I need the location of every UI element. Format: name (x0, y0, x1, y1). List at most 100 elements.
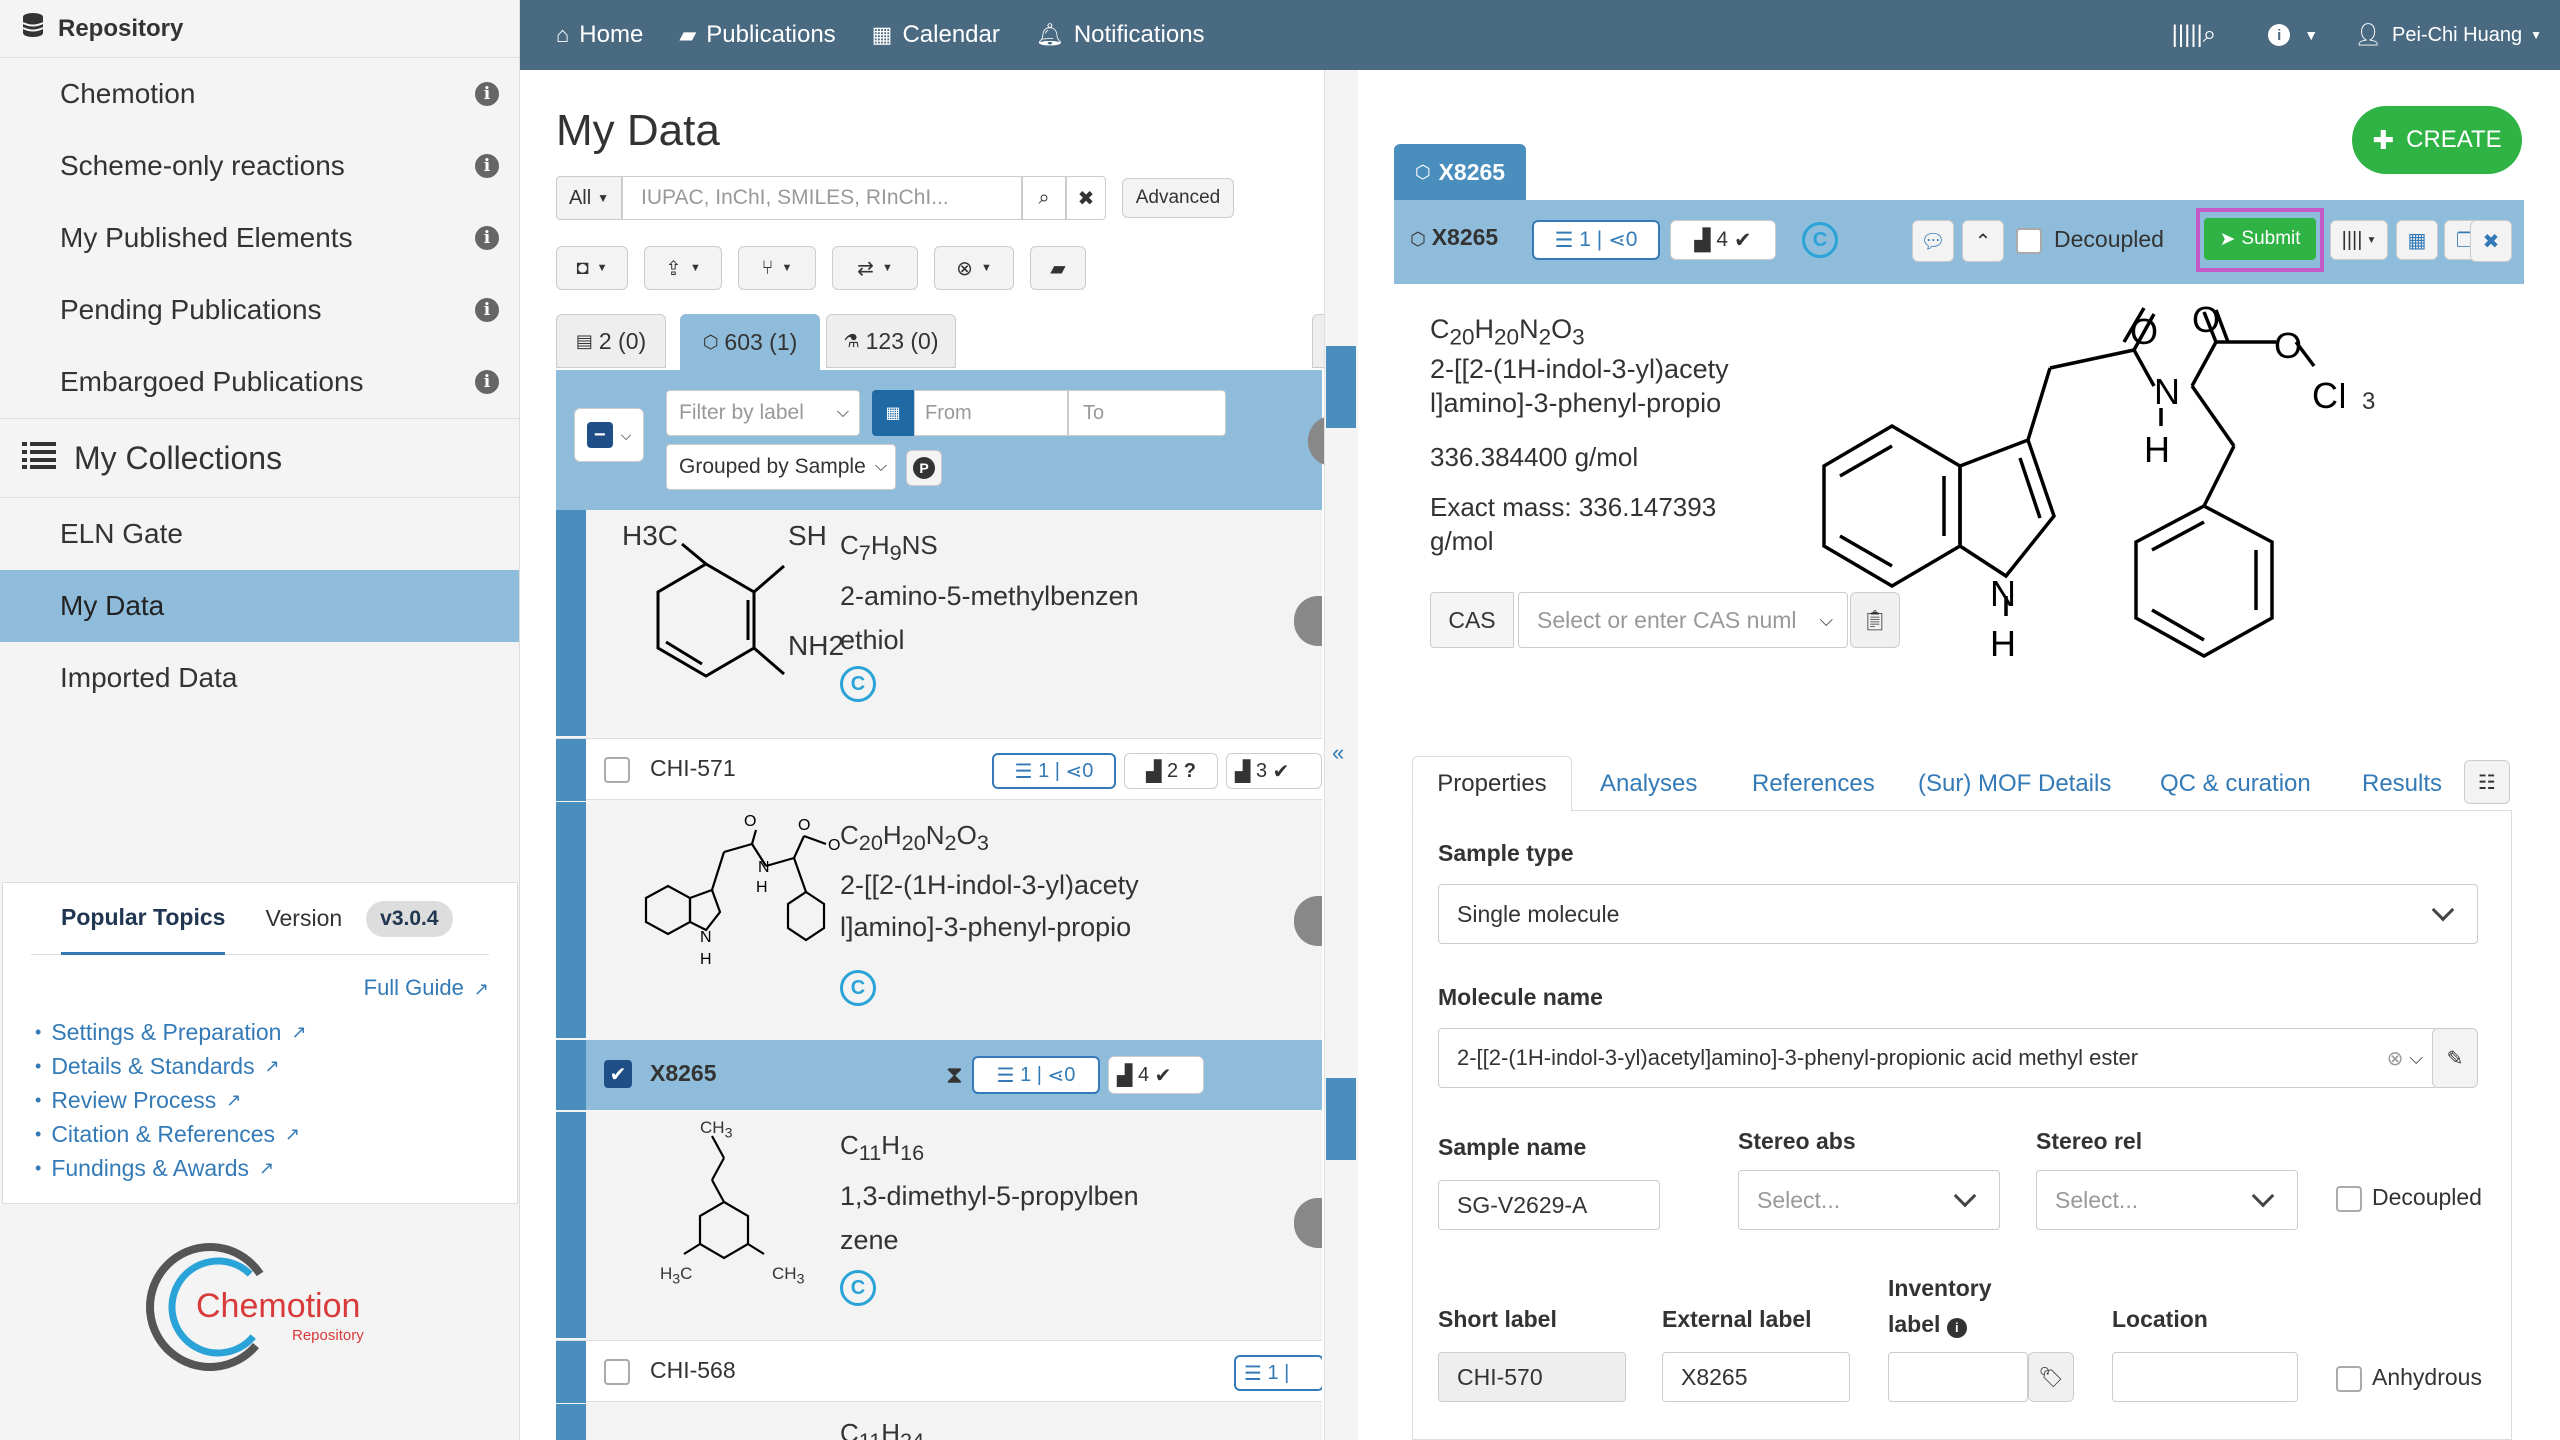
collection-imported-data[interactable]: Imported Data (0, 642, 519, 714)
decoupled-checkbox[interactable] (2016, 228, 2042, 254)
sample-type-select[interactable]: Single molecule (1438, 884, 2478, 944)
tab-mof-details[interactable]: (Sur) MOF Details (1918, 770, 2111, 798)
barcode-search-button[interactable]: |||||⌕ (2172, 21, 2217, 49)
analyses-button[interactable]: ☰ 1 | ⋖ 0 (1532, 220, 1660, 260)
tab-analyses[interactable]: Analyses (1600, 770, 1697, 798)
table-row[interactable]: CHI-571 ☰ 1 | ⋖ 0 ▟ 2 ? ▟ 3 ✔ (556, 738, 1322, 801)
tab-popular-topics[interactable]: Popular Topics (61, 883, 226, 955)
collapse-molecule-button[interactable] (1294, 1198, 1322, 1248)
molecule-name-select[interactable]: 2-[[2-(1H-indol-3-yl)acetyl]amino]-3-phe… (1438, 1028, 2438, 1088)
info-icon[interactable]: i (475, 298, 499, 322)
analyses-button[interactable]: ☰ 1 | ⋖ 0 (972, 1056, 1100, 1094)
product-toggle-button[interactable]: P (906, 450, 942, 486)
external-label-input[interactable]: X8265 (1662, 1352, 1850, 1402)
clear-search-button[interactable]: ✖ (1066, 176, 1106, 220)
list-item[interactable]: H3C SH NH2 C7H9NS 2-amino-5-methylbenzen… (556, 510, 1322, 736)
drag-handle[interactable] (556, 510, 586, 736)
tab-qc-curation[interactable]: QC & curation (2160, 770, 2311, 798)
stereo-rel-select[interactable]: Select... (2036, 1170, 2298, 1230)
chemotion-c-icon[interactable]: C (1802, 222, 1838, 258)
clear-icon[interactable]: ⊗ (2387, 1046, 2404, 1071)
tab-references[interactable]: References (1752, 770, 1875, 798)
datasets-button-2[interactable]: ▟ 3 ✔ (1226, 753, 1322, 789)
resize-handle[interactable] (1326, 1078, 1356, 1160)
info-icon[interactable]: i (475, 370, 499, 394)
search-button[interactable]: ⌕ (1022, 176, 1066, 220)
tab-reactions[interactable]: ▤ 2 (0) (556, 314, 666, 368)
location-input[interactable] (2112, 1352, 2298, 1402)
collapse-list-handle[interactable]: « (1332, 740, 1344, 766)
list-item[interactable]: O O O N H N H C20H20N2O3 2-[[2-(1H-indol… (556, 802, 1322, 1038)
tab-sample-x8265[interactable]: ⬡ X8265 (1394, 144, 1526, 200)
grouping-select[interactable]: Grouped by Sample ⌵ (666, 444, 896, 490)
submit-button[interactable]: ➤ Submit (2204, 218, 2316, 260)
edit-molecule-name-button[interactable]: ✎ (2432, 1028, 2478, 1088)
cas-select[interactable]: Select or enter CAS numl ⌵ (1518, 592, 1848, 648)
row-checkbox[interactable] (604, 1359, 630, 1385)
datasets-button[interactable]: ▟ 4 ✔ (1670, 220, 1776, 260)
nav-calendar[interactable]: ▦ Calendar (872, 21, 1000, 49)
table-row[interactable]: ✔ X8265 ⧗ ☰ 1 | ⋖ 0 ▟ 4 ✔ (556, 1040, 1322, 1110)
info-menu-button[interactable]: i ▼ (2268, 24, 2318, 46)
sidebar-item-pending[interactable]: Pending Publications i (0, 274, 519, 346)
drag-handle[interactable] (556, 1112, 586, 1338)
sample-name-input[interactable]: SG-V2629-A (1438, 1180, 1660, 1230)
resize-handle[interactable] (1326, 346, 1356, 428)
tab-settings-button[interactable]: ☷ (2464, 760, 2510, 804)
barcode-dropdown[interactable]: |||| ▼ (2330, 220, 2388, 260)
to-date-input[interactable]: To (1068, 390, 1226, 436)
collapse-header-button[interactable]: ⌃ (1962, 220, 2004, 262)
tab-properties[interactable]: Properties (1412, 756, 1572, 812)
tab-version[interactable]: Version (265, 883, 342, 955)
drag-handle[interactable] (556, 1404, 586, 1440)
row-checkbox-checked[interactable]: ✔ (604, 1060, 632, 1088)
calendar-icon[interactable]: ▦ (872, 390, 914, 436)
chemotion-c-icon[interactable]: C (840, 970, 876, 1006)
full-guide-link[interactable]: Full Guide ↗ (3, 955, 517, 1001)
drag-handle[interactable] (556, 1040, 586, 1110)
info-icon[interactable]: i (475, 226, 499, 250)
tab-wellplates[interactable]: ⚗ 123 (0) (826, 314, 956, 368)
calendar-button[interactable]: ▦ (2396, 220, 2438, 260)
sidebar-item-published[interactable]: My Published Elements i (0, 202, 519, 274)
topic-link[interactable]: Details & Standards ↗ (35, 1049, 517, 1083)
collection-my-data[interactable]: My Data (0, 570, 519, 642)
datasets-button[interactable]: ▟ 4 ✔ (1108, 1056, 1204, 1094)
inventory-label-input[interactable] (1888, 1352, 2028, 1402)
table-row[interactable]: CHI-568 ☰ 1 | (556, 1340, 1322, 1403)
nav-publications[interactable]: ▰ Publications (679, 21, 835, 49)
analyses-button[interactable]: ☰ 1 | (1234, 1355, 1322, 1391)
drag-handle[interactable] (556, 739, 586, 801)
user-menu[interactable]: 👤︎ Pei-Chi Huang ▼ (2354, 22, 2542, 48)
topic-link[interactable]: Fundings & Awards ↗ (35, 1151, 517, 1185)
datasets-button[interactable]: ▟ 2 ? (1124, 753, 1218, 789)
sidebar-item-embargoed[interactable]: Embargoed Publications i (0, 346, 519, 418)
inventory-tag-button[interactable]: 🏷︎ (2028, 1352, 2074, 1402)
collapse-molecule-button[interactable] (1294, 896, 1322, 946)
row-checkbox[interactable] (604, 757, 630, 783)
move-dropdown[interactable]: ⇄ ▼ (832, 246, 918, 290)
tab-more[interactable] (1312, 314, 1324, 368)
export-dropdown[interactable]: ⇪ ▼ (644, 246, 722, 290)
close-button[interactable]: ✖ (2470, 220, 2512, 262)
stereo-abs-select[interactable]: Select... (1738, 1170, 2000, 1230)
nav-home[interactable]: ⌂ Home (556, 21, 643, 49)
remove-dropdown[interactable]: ⊗ ▼ (934, 246, 1014, 290)
topic-link[interactable]: Settings & Preparation ↗ (35, 1015, 517, 1049)
search-input[interactable]: IUPAC, InChI, SMILES, RInChI... (622, 176, 1022, 220)
filter-label-select[interactable]: Filter by label ⌵ (666, 390, 860, 436)
nav-notifications[interactable]: 🔔︎ Notifications (1036, 21, 1205, 49)
anhydrous-checkbox[interactable] (2336, 1366, 2362, 1392)
topic-link[interactable]: Review Process ↗ (35, 1083, 517, 1117)
report-button[interactable]: ▰ (1030, 246, 1086, 290)
create-element-dropdown[interactable]: ◘ ▼ (556, 246, 628, 290)
chemotion-c-icon[interactable]: C (840, 666, 876, 702)
drag-handle[interactable] (556, 802, 586, 1038)
advanced-search-button[interactable]: Advanced (1122, 178, 1234, 218)
select-all-dropdown[interactable]: − ⌵ (574, 408, 644, 462)
create-button[interactable]: ✚ CREATE (2352, 106, 2522, 174)
search-scope-dropdown[interactable]: All ▼ (556, 176, 622, 220)
list-item[interactable]: CH3 H3C CH3 C11H16 1,3-dimethyl-5-propyl… (556, 1112, 1322, 1338)
from-date-input[interactable]: From (914, 390, 1068, 436)
topic-link[interactable]: Citation & References ↗ (35, 1117, 517, 1151)
